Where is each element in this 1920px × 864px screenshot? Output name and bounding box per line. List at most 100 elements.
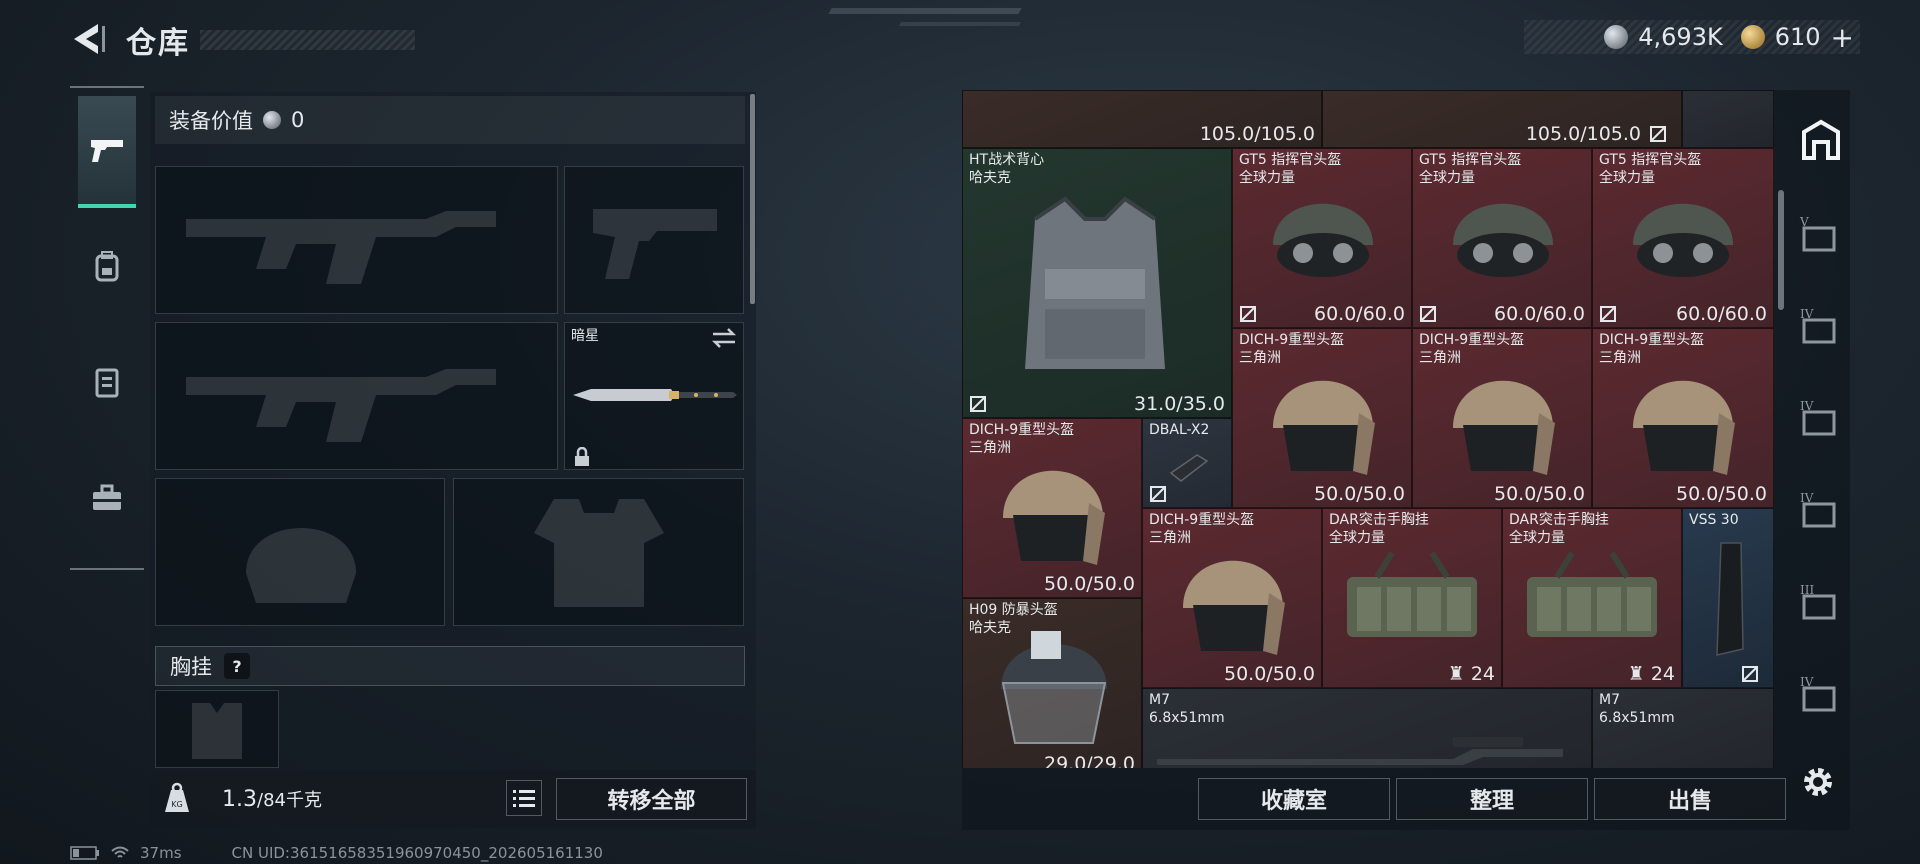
equipment-scrollbar[interactable] <box>750 94 755 304</box>
no-insure-icon <box>1420 306 1436 322</box>
container-tier-icon: IV <box>1800 675 1836 712</box>
stash-item[interactable]: 105.0/105.0 <box>962 90 1322 148</box>
stash-item[interactable]: M7 6.8x51mm <box>1592 688 1774 768</box>
item-value: 50.0/50.0 <box>1223 663 1315 685</box>
item-count: ♜ 24 <box>1627 663 1675 685</box>
tab-stash-iv-4[interactable]: IV <box>1798 672 1844 726</box>
stash-item[interactable]: GT5 指挥官头盔 全球力量 60.0/60.0 <box>1232 148 1412 328</box>
item-value: 60.0/60.0 <box>1675 303 1767 325</box>
back-arrow-icon[interactable] <box>68 22 108 56</box>
chest-rig-slot[interactable] <box>155 690 279 768</box>
helmet-slot[interactable] <box>155 478 445 626</box>
heavy-helmet-icon <box>1453 380 1555 475</box>
pistol-slot[interactable] <box>564 166 744 314</box>
no-insure-icon <box>1240 306 1256 322</box>
pistol-icon <box>91 140 123 162</box>
battery-icon <box>70 846 99 860</box>
chest-rig-icon <box>95 368 119 398</box>
tab-backpack[interactable] <box>78 212 136 320</box>
stash-item[interactable]: M7 6.8x51mm <box>1142 688 1592 768</box>
sell-button[interactable]: 出售 <box>1594 778 1786 820</box>
tab-chest-rig[interactable] <box>78 328 136 436</box>
primary-weapon-slot[interactable] <box>155 166 558 314</box>
secondary-weapon-slot[interactable] <box>155 322 558 470</box>
heavy-helmet-icon <box>1003 470 1105 565</box>
tab-stash-main[interactable] <box>1798 114 1844 168</box>
chest-rig-label: 胸挂 <box>170 655 212 679</box>
rifle-icon <box>1157 737 1563 765</box>
collection-room-button[interactable]: 收藏室 <box>1198 778 1390 820</box>
melee-slot[interactable]: 暗星 <box>564 322 744 470</box>
item-name: DAR突击手胸挂 全球力量 <box>1329 512 1429 546</box>
item-value: 60.0/60.0 <box>1313 303 1405 325</box>
item-count: ♜ 24 <box>1447 663 1495 685</box>
help-button[interactable]: ? <box>224 653 250 679</box>
sort-button[interactable]: 整理 <box>1396 778 1588 820</box>
add-currency-button[interactable]: + <box>1831 21 1854 54</box>
riot-helmet-icon <box>1001 631 1107 744</box>
stash-item[interactable]: GT5 指挥官头盔 全球力量 60.0/60.0 <box>1412 148 1592 328</box>
vest-silhouette-icon <box>534 499 664 607</box>
commander-helmet-icon <box>1273 203 1373 277</box>
gear-icon[interactable] <box>1800 764 1836 800</box>
tab-stash-iii[interactable]: III <box>1798 580 1844 634</box>
stash-item[interactable]: DBAL-X2 <box>1142 418 1232 508</box>
tab-stash-iv-3[interactable]: IV <box>1798 488 1844 542</box>
tab-weapons[interactable] <box>78 96 136 208</box>
stash-item[interactable] <box>1682 90 1774 148</box>
silver-coin-icon <box>1604 25 1629 49</box>
heavy-helmet-icon <box>1273 380 1375 475</box>
item-value: 29.0/29.0 <box>1043 753 1135 768</box>
magazine-icon <box>1716 542 1744 656</box>
stash-item[interactable]: 105.0/105.0 <box>1322 90 1682 148</box>
item-name: VSS 30 <box>1689 512 1739 528</box>
stash-item[interactable]: DAR突击手胸挂 全球力量 ♜ 24 <box>1322 508 1502 688</box>
transfer-all-button[interactable]: 转移全部 <box>556 778 747 820</box>
chest-rig-header: 胸挂 ? <box>155 646 745 686</box>
tab-stash-iv-1[interactable]: IV <box>1798 304 1844 358</box>
chest-rig-silhouette-icon <box>192 703 242 759</box>
equipment-tabs <box>70 86 144 570</box>
title-decoration <box>200 30 415 50</box>
chest-rig-item-icon <box>1527 551 1657 637</box>
page-title: 仓库 <box>126 26 190 61</box>
stash-item[interactable]: DICH-9重型头盔 三角洲 50.0/50.0 <box>1592 328 1774 508</box>
no-insure-icon <box>1650 126 1666 142</box>
tactical-vest-icon <box>1025 196 1165 369</box>
body-armor-slot[interactable] <box>453 478 744 626</box>
lock-icon <box>575 447 589 466</box>
stash-item[interactable]: DICH-9重型头盔 三角洲 50.0/50.0 <box>1412 328 1592 508</box>
item-value: 50.0/50.0 <box>1043 573 1135 595</box>
melee-item-name: 暗星 <box>571 328 599 344</box>
no-insure-icon <box>1150 486 1166 502</box>
swap-icon[interactable] <box>711 327 737 349</box>
stash-item[interactable]: DICH-9重型头盔 三角洲 50.0/50.0 <box>1232 328 1412 508</box>
stash-item[interactable]: HT战术背心 哈夫克 31.0/35.0 <box>962 148 1232 418</box>
weight-icon: KG <box>165 782 189 812</box>
tab-stash-v[interactable]: V <box>1798 212 1844 266</box>
no-insure-icon <box>970 396 986 412</box>
item-value: 31.0/35.0 <box>1133 393 1225 415</box>
knife-icon <box>573 389 737 401</box>
container-tier-icon: V <box>1799 215 1836 252</box>
stash-item[interactable]: DICH-9重型头盔 三角洲 50.0/50.0 <box>962 418 1142 598</box>
list-view-button[interactable] <box>506 780 542 816</box>
backpack-icon <box>95 251 119 282</box>
no-insure-icon <box>1600 306 1616 322</box>
tab-toolbox[interactable] <box>78 444 136 552</box>
stash-scrollbar[interactable] <box>1778 190 1784 310</box>
item-value: 105.0/105.0 <box>1199 123 1315 145</box>
helmet-silhouette-icon <box>246 528 356 603</box>
stash-item[interactable]: DAR突击手胸挂 全球力量 ♜ 24 <box>1502 508 1682 688</box>
stash-item[interactable]: DICH-9重型头盔 三角洲 50.0/50.0 <box>1142 508 1322 688</box>
toolbox-icon <box>93 484 121 510</box>
tab-stash-iv-2[interactable]: IV <box>1798 396 1844 450</box>
no-insure-icon <box>1742 666 1758 682</box>
stash-item[interactable]: GT5 指挥官头盔 全球力量 60.0/60.0 <box>1592 148 1774 328</box>
list-icon <box>513 790 535 807</box>
chest-rig-item-icon <box>1347 551 1477 637</box>
stash-item[interactable]: VSS 30 <box>1682 508 1774 688</box>
container-tier-icon: III <box>1800 583 1836 620</box>
stash-item[interactable]: H09 防暴头盔 哈夫克 29.0/29.0 <box>962 598 1142 768</box>
stash-grid: 105.0/105.0 105.0/105.0 HT战术背心 哈夫克 31.0/3… <box>962 90 1774 768</box>
